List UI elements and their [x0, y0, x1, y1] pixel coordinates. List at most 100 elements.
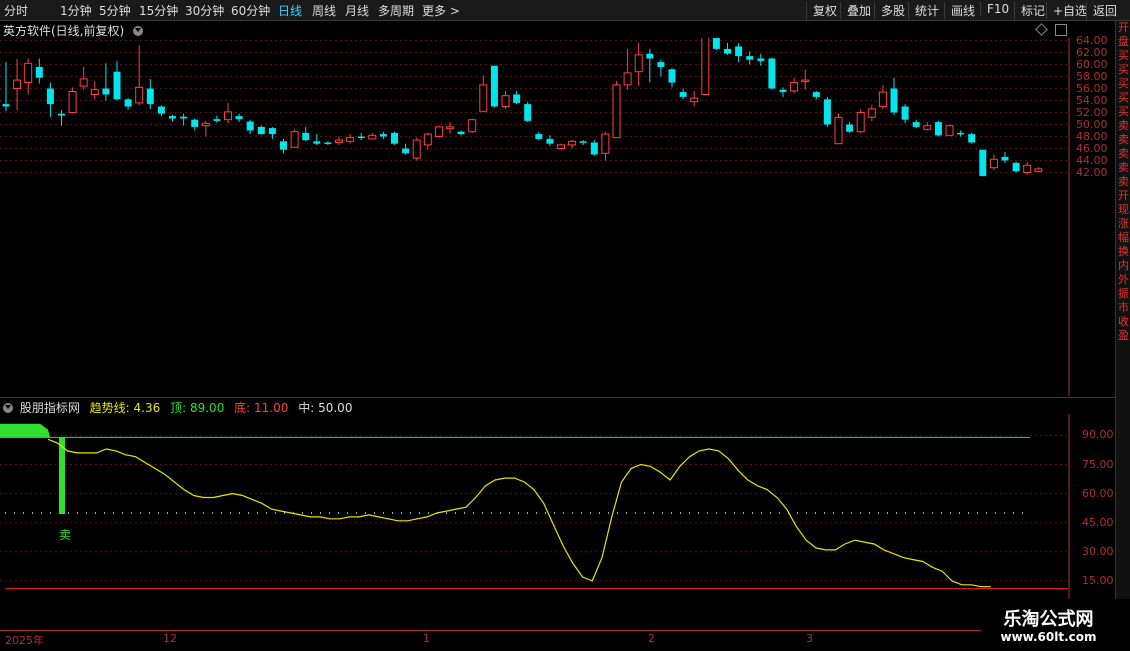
- quote-info-char: 买: [1118, 77, 1129, 90]
- quote-info-char: 买: [1118, 49, 1129, 62]
- candle: [568, 140, 577, 149]
- trend-value: 4.36: [133, 401, 161, 415]
- candle: [346, 134, 355, 144]
- quote-info-char: 外: [1118, 273, 1129, 286]
- quote-info-char: 内: [1118, 259, 1129, 272]
- candle: [457, 130, 465, 136]
- candle: [612, 81, 621, 139]
- candle: [867, 105, 876, 121]
- candle: [712, 38, 720, 51]
- candle: [834, 113, 843, 145]
- indicator-axis-label: 90.00: [1082, 428, 1114, 442]
- candle: [535, 131, 543, 141]
- dropdown-icon[interactable]: [133, 26, 144, 36]
- back-button[interactable]: 返回: [1086, 2, 1117, 19]
- candle: [989, 154, 998, 171]
- quote-info-strip[interactable]: 开盘买买买买买卖卖卖卖卖开现涨幅换内外振市收盈: [1115, 21, 1130, 650]
- candle: [724, 42, 731, 55]
- tab-period[interactable]: 多周期: [378, 2, 414, 19]
- candle: [979, 149, 987, 177]
- tab-period[interactable]: 15分钟: [139, 2, 178, 19]
- multi-stock-button[interactable]: 多股: [874, 2, 905, 19]
- quote-info-char: 现: [1118, 203, 1129, 216]
- candle: [2, 62, 10, 112]
- candle: [335, 136, 343, 145]
- candle: [357, 132, 365, 141]
- restore-rights-button[interactable]: 复权: [806, 2, 837, 19]
- candle: [901, 104, 909, 124]
- indicator-axis-label: 15.00: [1082, 573, 1114, 587]
- candle: [923, 122, 932, 131]
- candle: [169, 114, 176, 122]
- diamond-icon[interactable]: [1035, 23, 1048, 36]
- quote-info-char: 开: [1118, 21, 1129, 34]
- candle: [579, 140, 587, 145]
- quote-info-char: 盘: [1118, 35, 1129, 48]
- indicator-axis-label: 30.00: [1082, 544, 1114, 558]
- indicator-axis-label: 45.00: [1082, 515, 1114, 529]
- candle: [501, 90, 510, 109]
- candle: [690, 90, 699, 107]
- candle: [1001, 152, 1009, 163]
- candle: [302, 126, 310, 142]
- candle: [557, 143, 565, 150]
- tab-period[interactable]: 分时: [4, 2, 28, 19]
- stock-title: 英方软件(日线,前复权): [3, 24, 125, 38]
- candle: [890, 77, 898, 115]
- watermark-logo: 乐淘公式网 www.60lt.com: [981, 599, 1130, 650]
- mark-button[interactable]: 标记: [1014, 2, 1045, 19]
- main-chart-title[interactable]: 英方软件(日线,前复权): [3, 22, 146, 39]
- quote-info-char: 卖: [1118, 175, 1129, 188]
- candlestick-chart: [0, 38, 1070, 396]
- date-label-month: 1: [423, 632, 430, 645]
- tab-period[interactable]: 月线: [345, 2, 369, 19]
- candle: [601, 131, 610, 161]
- draw-line-button[interactable]: 画线: [944, 2, 975, 19]
- candle: [257, 125, 265, 135]
- tab-period[interactable]: 30分钟: [185, 2, 224, 19]
- candle: [1023, 161, 1032, 175]
- candle: [735, 42, 743, 63]
- add-watchlist-button[interactable]: +自选: [1046, 2, 1087, 19]
- candle: [757, 53, 765, 66]
- f10-button[interactable]: F10: [980, 2, 1009, 16]
- candle: [856, 108, 865, 133]
- panel-divider: [0, 397, 1130, 398]
- tab-period[interactable]: 日线: [278, 2, 302, 19]
- candle: [934, 120, 942, 137]
- candle: [679, 88, 687, 100]
- candle: [324, 141, 332, 145]
- tab-more[interactable]: 更多 >: [422, 2, 460, 19]
- quote-info-char: 幅: [1118, 231, 1129, 244]
- tab-period[interactable]: 周线: [312, 2, 336, 19]
- top-value: 89.00: [189, 401, 225, 415]
- candle: [590, 140, 598, 156]
- candle: [646, 48, 654, 83]
- quote-info-char: 市: [1118, 301, 1129, 314]
- tab-period[interactable]: 1分钟: [60, 2, 92, 19]
- mid-value: 50.00: [318, 401, 353, 415]
- indicator-menu-icon[interactable]: [3, 403, 13, 413]
- indicator-name[interactable]: 股朋指标网: [20, 401, 80, 415]
- candle: [423, 132, 432, 150]
- candle: [1034, 167, 1043, 173]
- candle: [524, 101, 532, 123]
- candle: [368, 132, 377, 140]
- candle: [434, 125, 443, 138]
- tab-period[interactable]: 5分钟: [99, 2, 131, 19]
- panel-toggle-icon[interactable]: [1055, 24, 1067, 36]
- tab-period[interactable]: 60分钟: [231, 2, 270, 19]
- candle: [1012, 161, 1020, 173]
- candle: [790, 77, 799, 94]
- statistics-button[interactable]: 统计: [908, 2, 939, 19]
- quote-info-char: 卖: [1118, 133, 1129, 146]
- candle: [446, 122, 454, 134]
- candle: [379, 131, 387, 139]
- candle: [280, 138, 287, 154]
- indicator-chart: 卖: [0, 414, 1070, 630]
- indicator-axis-label: 60.00: [1082, 486, 1114, 500]
- overlay-button[interactable]: 叠加: [840, 2, 871, 19]
- quote-info-char: 卖: [1118, 147, 1129, 160]
- candle: [79, 66, 88, 90]
- date-label-month: 3: [806, 632, 813, 645]
